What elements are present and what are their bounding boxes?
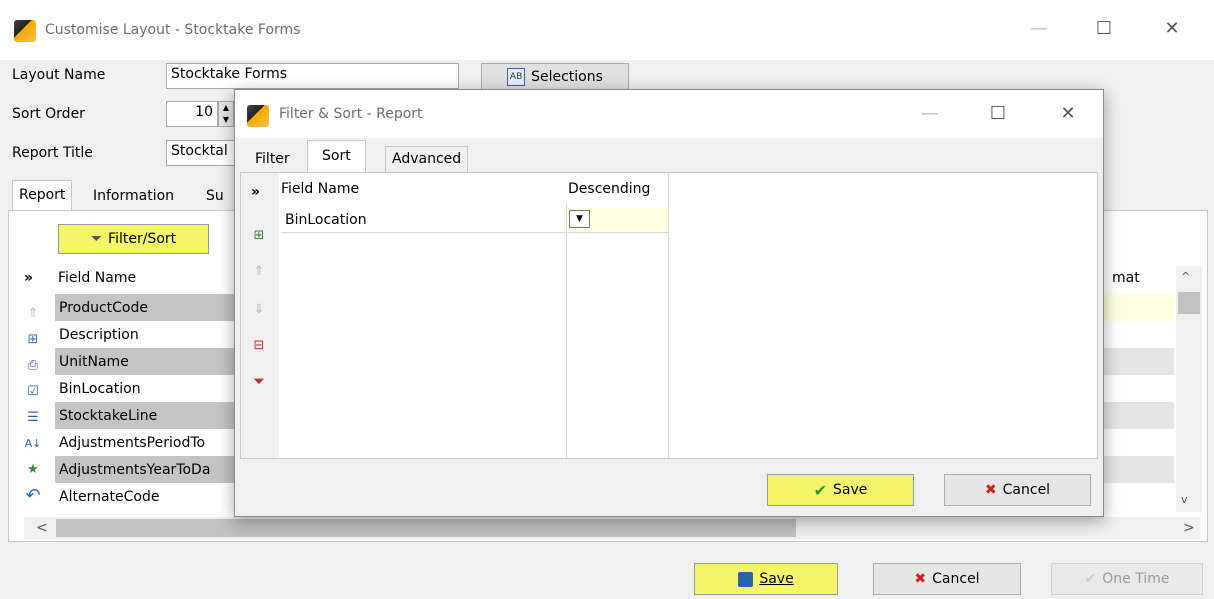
dialog-cancel-button[interactable]: ✖ Cancel [944,474,1091,506]
sort-order-spinner[interactable]: ▲ ▼ [218,101,234,127]
dialog-save-button[interactable]: ✔ Save [767,474,914,506]
cancel-icon: ✖ [984,482,997,498]
move-up-icon[interactable]: ⇑ [24,304,42,322]
list-icon[interactable]: ☰ [24,408,42,426]
row-strip [1104,402,1174,429]
minimize-button[interactable]: — [1019,18,1059,39]
filter-sort-button[interactable]: ⏷ Filter/Sort [58,224,209,254]
print-icon[interactable]: ⎙ [24,356,42,374]
row-strip [1104,348,1174,375]
dialog-maximize-button[interactable]: ☐ [978,103,1018,124]
sort-order-label: Sort Order [12,106,85,122]
checkmark-icon: ✔ [813,480,828,500]
star-icon[interactable]: ★ [24,460,42,478]
cancel-icon: ✖ [914,571,927,587]
list-item[interactable]: BinLocation [55,375,235,402]
dialog-title: Filter & Sort - Report [279,106,423,122]
floppy-icon [738,571,754,587]
expand-chevron-icon[interactable]: » [251,184,260,200]
sort-row-field[interactable]: BinLocation [281,208,566,233]
report-title-field[interactable]: Stocktal [166,140,236,166]
layout-name-label: Layout Name [12,67,106,83]
cancel-label: Cancel [932,571,980,587]
row-strip [1104,456,1174,483]
list-item[interactable]: UnitName [55,348,235,375]
add-sort-icon[interactable]: ⊞ [250,226,268,244]
save-button[interactable]: Save [694,563,838,595]
undo-icon[interactable]: ↶ [24,485,42,506]
descending-dropdown[interactable]: ▼ [569,210,590,228]
layout-name-field[interactable]: Stocktake Forms [166,63,459,89]
remove-sort-icon[interactable]: ⊟ [250,336,268,354]
horizontal-scroll-thumb[interactable] [56,519,796,537]
report-title-label: Report Title [12,145,93,161]
cancel-button[interactable]: ✖ Cancel [873,563,1021,595]
scroll-thumb[interactable] [1178,292,1200,314]
tab-sort[interactable]: Sort [307,140,366,173]
dialog-app-icon [247,105,269,127]
list-item[interactable]: ProductCode [55,294,235,321]
scroll-up-icon[interactable]: ^ [1181,270,1190,283]
scroll-right-icon[interactable]: > [1183,520,1195,536]
tab-su[interactable]: Su [200,185,230,207]
one-time-icon: ✔ [1084,571,1097,587]
list-item[interactable]: Description [55,321,235,348]
close-button[interactable]: ✕ [1152,18,1192,39]
add-field-icon[interactable]: ⊞ [24,330,42,348]
expand-chevron-icon[interactable]: » [24,270,33,286]
dialog-minimize-button[interactable]: — [910,103,950,124]
selections-button[interactable]: AB Selections [481,63,629,91]
list-item[interactable]: AdjustmentsYearToDa [55,456,235,483]
scroll-down-icon[interactable]: v [1181,493,1188,506]
funnel-icon: ⏷ [90,231,103,247]
sort-field-name-header: Field Name [281,181,360,197]
dialog-close-button[interactable]: ✕ [1048,103,1088,124]
move-down-icon[interactable]: ⇓ [250,300,268,318]
clear-filter-icon[interactable]: ⏷ [250,372,268,390]
app-icon [14,20,36,42]
column-divider [668,173,669,458]
field-name-header: Field Name [58,270,137,286]
checklist-icon[interactable]: ☑ [24,382,42,400]
window-title: Customise Layout - Stocktake Forms [45,22,301,38]
tab-advanced[interactable]: Advanced [385,146,469,172]
list-item[interactable]: AlternateCode [55,483,235,510]
list-item[interactable]: AdjustmentsPeriodTo [55,429,235,456]
filter-sort-label: Filter/Sort [108,231,177,247]
column-divider [566,203,567,458]
sort-az-icon[interactable]: A↓ [24,434,42,452]
tab-report[interactable]: Report [12,180,73,211]
move-up-icon[interactable]: ⇑ [250,262,268,280]
scroll-left-icon[interactable]: < [36,520,48,536]
descending-header: Descending [568,181,651,197]
dialog-save-label: Save [833,482,868,498]
one-time-button[interactable]: ✔ One Time [1051,563,1203,595]
maximize-button[interactable]: ☐ [1084,18,1124,39]
tab-information[interactable]: Information [87,185,180,207]
dialog-cancel-label: Cancel [1002,482,1051,498]
one-time-label: One Time [1102,571,1170,587]
filter-sort-dialog: Filter & Sort - Report — ☐ ✕ Filter Sort… [234,89,1104,517]
list-item[interactable]: StocktakeLine [55,402,235,429]
save-label: Save [759,571,794,587]
row-strip-editing [1104,294,1174,321]
format-header: mat [1112,270,1140,286]
selections-icon: AB [507,68,526,86]
tab-filter[interactable]: Filter [249,148,296,170]
selections-label: Selections [531,69,603,85]
sort-order-field[interactable]: 10 [166,101,218,127]
